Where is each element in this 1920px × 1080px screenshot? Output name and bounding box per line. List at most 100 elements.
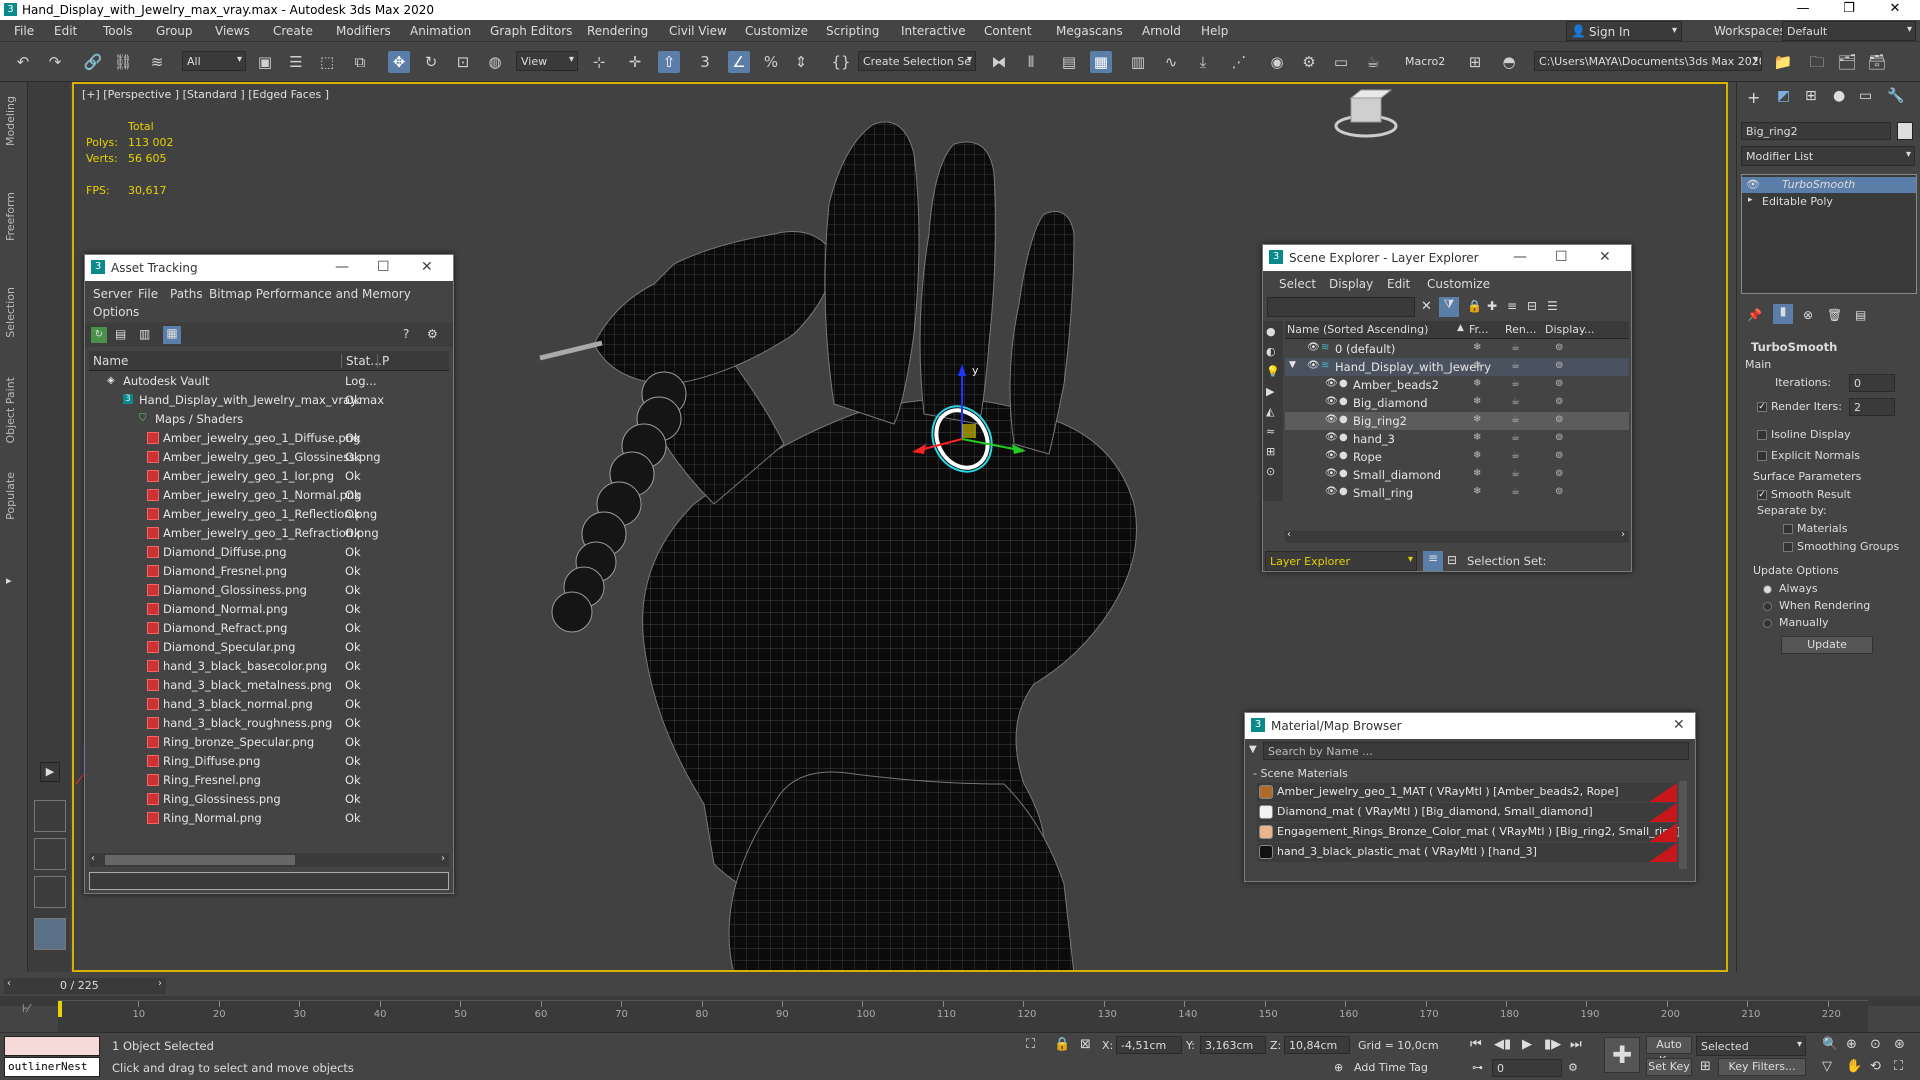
maximize-icon[interactable]: ☐ [377, 259, 390, 275]
menu-interactive[interactable]: Interactive [901, 24, 966, 38]
materials-checkbox[interactable] [1783, 522, 1797, 535]
x-coordinate-field[interactable]: -4,51cm [1116, 1036, 1182, 1054]
camera-filter-icon[interactable]: ▶ [1266, 385, 1274, 398]
freeze-icon[interactable]: ❄ [1473, 414, 1481, 425]
visibility-icon[interactable]: 👁 [1325, 450, 1338, 461]
table-row[interactable]: Amber_jewelry_geo_1_Ior.png Ok [89, 467, 449, 486]
material-browser-window[interactable]: 3 Material/Map Browser ✕ ▼ Search by Nam… [1244, 712, 1696, 882]
time-config-icon[interactable]: ⚙ [1568, 1061, 1578, 1074]
go-to-end-icon[interactable]: ⏭ [1570, 1037, 1582, 1052]
table-row[interactable]: Diamond_Diffuse.png Ok [89, 543, 449, 562]
collapse-icon[interactable]: ▸ [6, 574, 12, 587]
expand-icon[interactable]: ▼ [1289, 360, 1296, 370]
display-icon[interactable]: ⊚ [1555, 360, 1563, 371]
z-coordinate-field[interactable]: 10,84cm [1284, 1036, 1350, 1054]
freeze-icon[interactable]: ❄ [1473, 486, 1481, 497]
modifier-list-combo[interactable]: Modifier List [1741, 146, 1915, 166]
menu-content[interactable]: Content [984, 24, 1032, 38]
render-icon[interactable]: ☕ [1511, 396, 1520, 407]
previous-frame-icon[interactable]: ◀▮ [1494, 1037, 1511, 1052]
make-unique-icon[interactable]: ⊗ [1803, 308, 1813, 322]
material-search-input[interactable]: Search by Name ... [1263, 742, 1689, 760]
menu-group[interactable]: Group [156, 24, 193, 38]
always-radio[interactable] [1763, 582, 1777, 595]
layout-quad-icon[interactable] [34, 800, 66, 832]
table-row[interactable]: Amber_jewelry_geo_1_Reflection.png Ok [89, 505, 449, 524]
orbit-icon[interactable]: ⟲ [1870, 1059, 1881, 1074]
table-row[interactable]: Diamond_Refract.png Ok [89, 619, 449, 638]
percent-snap-icon[interactable]: % [760, 51, 782, 73]
select-object-icon[interactable]: ▣ [254, 51, 276, 73]
align-icon[interactable]: ⫴ [1020, 51, 1042, 73]
smoothing-groups-checkbox[interactable] [1783, 540, 1797, 553]
field-of-view-icon[interactable]: ▽ [1822, 1059, 1832, 1074]
menu-customize[interactable]: Customize [745, 24, 808, 38]
smooth-result-checkbox[interactable]: ✓ [1757, 488, 1771, 501]
remove-modifier-icon[interactable]: 🗑 [1827, 308, 1842, 322]
material-scrollbar[interactable] [1679, 781, 1687, 869]
menu-edit[interactable]: Edit [54, 24, 77, 38]
table-view-icon[interactable]: ▦ [163, 326, 181, 344]
select-and-move-icon[interactable]: ✥ [388, 51, 410, 73]
object-color-swatch[interactable] [1897, 122, 1913, 140]
when-rendering-radio[interactable] [1763, 599, 1777, 612]
layer-tree-row[interactable]: 👁 ● Small_ring ❄ ☕ ⊚ [1285, 484, 1629, 502]
menu-rendering[interactable]: Rendering [587, 24, 648, 38]
mini-curve-icon[interactable]: ⊦⁄ [22, 1002, 30, 1015]
layout-three-icon[interactable] [34, 876, 66, 908]
explorer-hscrollbar[interactable]: ‹ › [1285, 529, 1629, 543]
col-freeze[interactable]: Fr... [1469, 323, 1489, 336]
select-manipulate-icon[interactable]: ✛ [624, 51, 646, 73]
menu-display[interactable]: Display [1329, 277, 1373, 291]
display-icon[interactable]: ⊚ [1555, 378, 1563, 389]
menu-views[interactable]: Views [215, 24, 250, 38]
small-ring-mesh[interactable] [539, 340, 603, 361]
display-tab-icon[interactable]: ▭ [1859, 88, 1872, 104]
table-row[interactable]: Diamond_Specular.png Ok [89, 638, 449, 657]
project-path-combo[interactable]: C:\Users\MAYA\Documents\3ds Max 2020 [1534, 51, 1762, 71]
geometry-filter-icon[interactable]: ● [1266, 325, 1276, 338]
pan-icon[interactable]: ✋ [1846, 1059, 1862, 1074]
layer-tree-row[interactable]: 👁 ≋ 0 (default) ❄ ☕ ⊚ [1285, 340, 1629, 358]
keyboard-shortcut-override-icon[interactable]: ⇧ [658, 51, 680, 73]
scene-materials-section[interactable]: - Scene Materials [1253, 767, 1348, 780]
render-setup-icon[interactable]: ⚙ [1298, 51, 1320, 73]
mirror-icon[interactable]: ⧓ [988, 51, 1010, 73]
visibility-icon[interactable]: 👁 [1746, 178, 1760, 191]
col-name[interactable]: Name [93, 354, 128, 368]
menu-customize[interactable]: Customize [1427, 277, 1490, 291]
table-row[interactable]: hand_3_black_normal.png Ok [89, 695, 449, 714]
schematic-view-icon[interactable]: ⋰ [1228, 51, 1250, 73]
table-row[interactable]: Amber_jewelry_geo_1_Normal.png Ok [89, 486, 449, 505]
maximize-icon[interactable]: ☐ [1555, 249, 1568, 265]
menu-tools[interactable]: Tools [103, 24, 133, 38]
table-row[interactable]: Amber_jewelry_geo_1_Diffuse.png Ok [89, 429, 449, 448]
select-by-name-icon[interactable]: ☰ [285, 51, 307, 73]
material-item[interactable]: Diamond_mat ( VRayMtl ) [Big_diamond, Sm… [1257, 803, 1677, 822]
material-item[interactable]: Engagement_Rings_Bronze_Color_mat ( VRay… [1257, 823, 1681, 842]
auto-key-button[interactable]: Auto Key [1646, 1036, 1692, 1067]
select-and-rotate-icon[interactable]: ↻ [420, 51, 442, 73]
play-icon[interactable]: ▶ [1522, 1037, 1532, 1052]
xref-filter-icon[interactable]: ⊙ [1266, 465, 1275, 478]
table-row[interactable]: ⛉ Maps / Shaders [89, 410, 449, 429]
layer-tree-row[interactable]: 👁 ● Small_diamond ❄ ☕ ⊚ [1285, 466, 1629, 484]
tab-populate[interactable]: Populate [4, 472, 17, 520]
detail-view-icon[interactable]: ▥ [139, 327, 150, 341]
group-filter-icon[interactable]: ⊞ [1266, 445, 1275, 458]
motion-tab-icon[interactable]: ● [1833, 88, 1845, 104]
workspaces-combo[interactable]: Default [1782, 21, 1916, 41]
freeze-icon[interactable]: ❄ [1473, 450, 1481, 461]
menu-help[interactable]: Help [1201, 24, 1228, 38]
freeze-icon[interactable]: ❄ [1473, 468, 1481, 479]
table-row[interactable]: Diamond_Glossiness.png Ok [89, 581, 449, 600]
time-tag-icon[interactable]: ⊕ [1334, 1061, 1343, 1074]
layer-tree-row[interactable]: ▼ 👁 ≋ Hand_Display_with_Jewelry ❄ ☕ ⊚ [1285, 358, 1629, 376]
freeze-icon[interactable]: ❄ [1473, 342, 1481, 353]
visibility-icon[interactable]: 👁 [1325, 432, 1338, 443]
visibility-icon[interactable]: 👁 [1325, 378, 1338, 389]
layer-tree-row[interactable]: 👁 ● Big_ring2 ❄ ☕ ⊚ [1285, 412, 1629, 430]
freeze-icon[interactable]: ❄ [1473, 432, 1481, 443]
table-row[interactable]: Diamond_Fresnel.png Ok [89, 562, 449, 581]
visibility-icon[interactable]: 👁 [1325, 486, 1338, 497]
